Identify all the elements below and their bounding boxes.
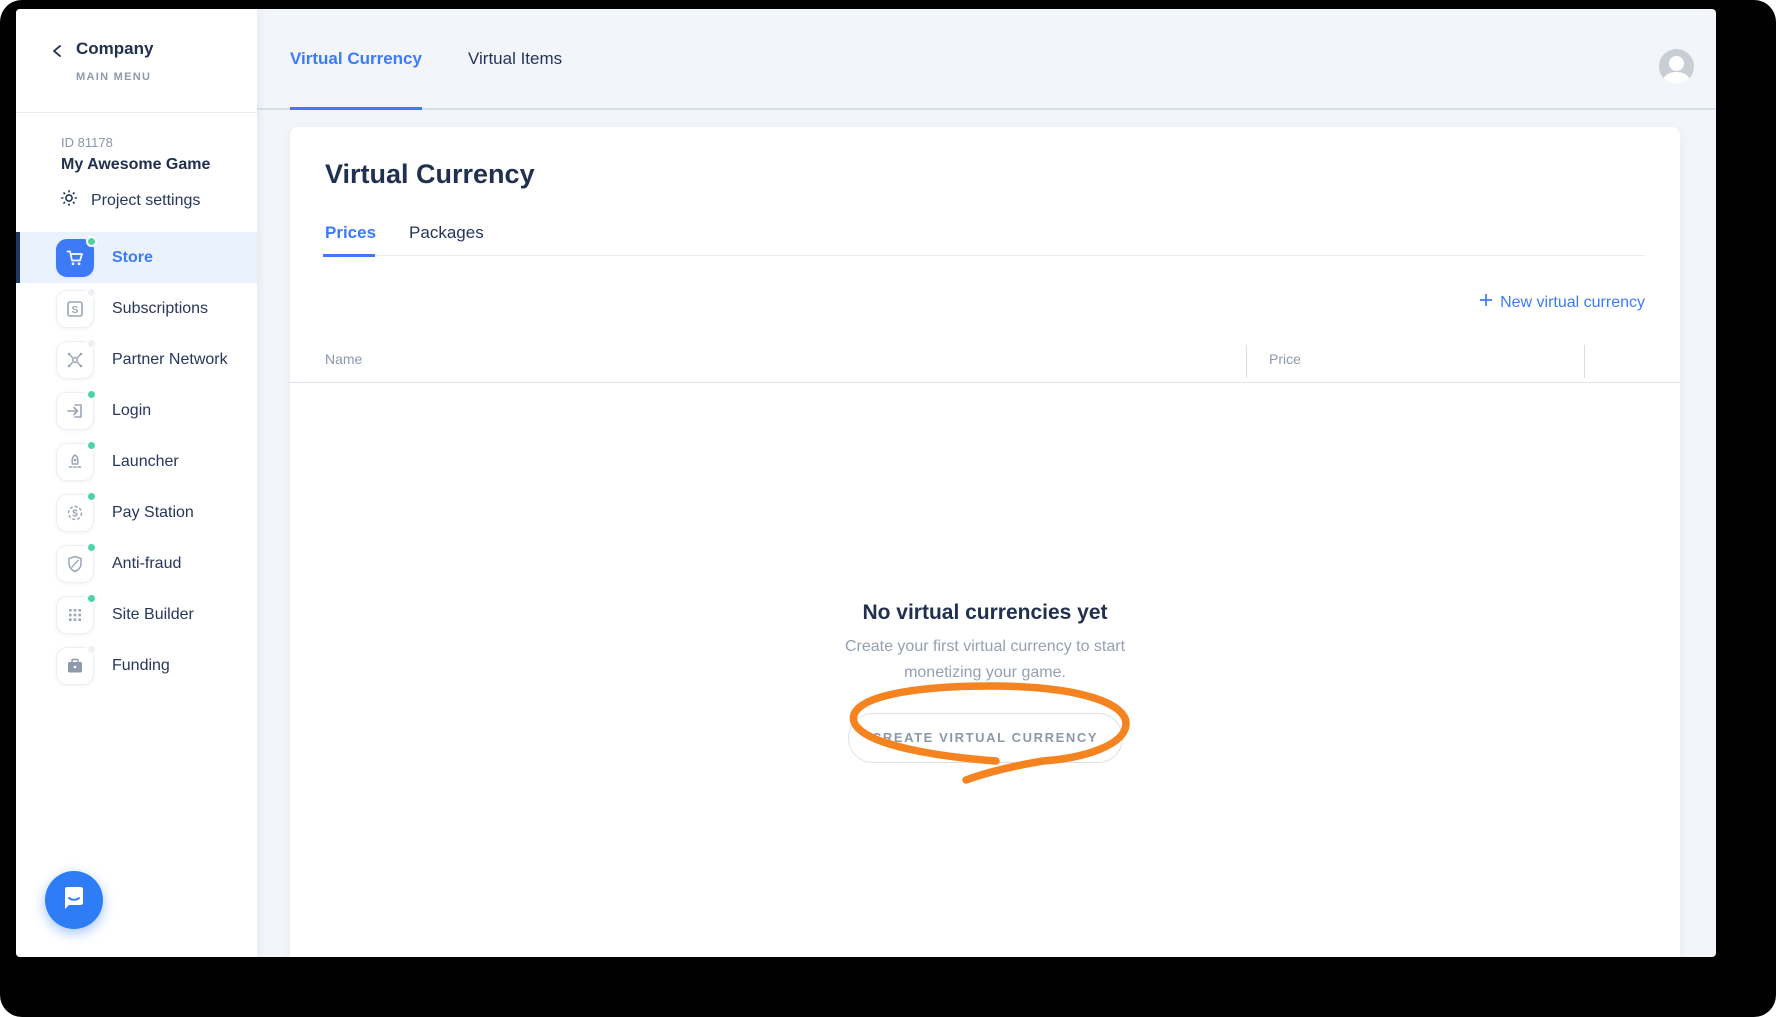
sidebar-item-label: Store [112, 248, 153, 266]
project-id: ID 81178 [61, 135, 113, 150]
page-title: Virtual Currency [325, 159, 535, 189]
project-settings-label: Project settings [91, 191, 201, 209]
sidebar-item-pay-station[interactable]: $ Pay Station [16, 487, 257, 538]
chat-launcher-button[interactable] [45, 871, 103, 929]
sidebar-item-site-builder[interactable]: Site Builder [16, 589, 257, 640]
plus-icon [1479, 293, 1493, 312]
launcher-icon [56, 439, 97, 481]
main-area: Virtual Currency Virtual Items Virtual C… [257, 9, 1716, 957]
sidebar-item-label: Pay Station [112, 503, 194, 521]
tab-virtual-items[interactable]: Virtual Items [468, 9, 562, 108]
create-virtual-currency-button[interactable]: CREATE VIRTUAL CURRENCY [847, 713, 1123, 763]
new-virtual-currency-button[interactable]: New virtual currency [1479, 293, 1645, 312]
tab-label: Virtual Items [467, 48, 563, 68]
sidebar-item-launcher[interactable]: Launcher [16, 436, 257, 487]
chevron-left-icon [52, 44, 62, 57]
status-badge [86, 388, 97, 400]
tab-virtual-currency[interactable]: Virtual Currency [290, 9, 422, 110]
sidebar-item-partner-network[interactable]: Partner Network [16, 334, 257, 385]
card-tabs: Prices Packages [325, 223, 484, 243]
active-tab-indicator [323, 254, 375, 257]
new-virtual-currency-label: New virtual currency [1500, 293, 1645, 311]
sidebar-menu: Store S Subscriptions Partner Network Lo… [16, 232, 257, 691]
screenshot-frame: Company MAIN MENU ID 81178 My Awesome Ga… [0, 0, 1776, 1017]
status-badge [86, 286, 97, 298]
sidebar-item-label: Subscriptions [112, 299, 209, 317]
status-badge [86, 643, 97, 655]
table-header: Name Price [290, 340, 1680, 383]
sidebar: Company MAIN MENU ID 81178 My Awesome Ga… [16, 9, 257, 957]
sidebar-item-label: Launcher [112, 452, 179, 470]
sidebar-item-anti-fraud[interactable]: Anti-fraud [16, 538, 257, 589]
column-divider [1584, 345, 1585, 378]
sidebar-item-label: Partner Network [112, 350, 228, 368]
status-badge [86, 235, 97, 247]
empty-state-title: No virtual currencies yet [862, 601, 1108, 624]
tab-packages[interactable]: Packages [409, 223, 484, 243]
subscriptions-icon: S [56, 286, 97, 328]
sidebar-item-subscriptions[interactable]: S Subscriptions [16, 283, 257, 334]
login-icon [56, 388, 97, 430]
svg-text:S: S [72, 305, 79, 316]
top-tabs: Virtual Currency Virtual Items [290, 9, 562, 110]
main-menu-caption: MAIN MENU [76, 71, 152, 83]
empty-state: No virtual currencies yet Create your fi… [290, 601, 1680, 784]
chat-bubble-icon [60, 884, 88, 917]
project-name: My Awesome Game [61, 156, 211, 173]
project-settings-button[interactable]: Project settings [60, 189, 200, 212]
tab-prices[interactable]: Prices [325, 223, 376, 243]
svg-text:$: $ [72, 508, 78, 519]
tab-underline [323, 254, 1645, 257]
status-badge [86, 439, 97, 451]
status-badge [86, 541, 97, 553]
company-label: Company [76, 39, 154, 58]
column-divider [1246, 345, 1247, 378]
sidebar-item-label: Anti-fraud [112, 554, 182, 572]
column-header-price: Price [1269, 351, 1301, 367]
gear-icon [60, 189, 78, 212]
column-header-name: Name [325, 351, 363, 367]
sidebar-divider [16, 112, 257, 113]
sidebar-item-login[interactable]: Login [16, 385, 257, 436]
status-badge [86, 490, 97, 502]
top-header: Virtual Currency Virtual Items [257, 9, 1716, 110]
sidebar-item-store[interactable]: Store [16, 232, 257, 283]
cart-icon [56, 235, 97, 277]
user-avatar-icon[interactable] [1659, 49, 1694, 84]
back-to-company-button[interactable]: Company [52, 39, 153, 59]
site-builder-icon [56, 592, 97, 634]
app-window: Company MAIN MENU ID 81178 My Awesome Ga… [16, 9, 1716, 957]
virtual-currency-card: Virtual Currency Prices Packages New vir… [290, 127, 1680, 957]
sidebar-item-label: Login [112, 401, 152, 419]
funding-icon [56, 643, 97, 685]
sidebar-item-funding[interactable]: Funding [16, 640, 257, 691]
anti-fraud-icon [56, 541, 97, 583]
pay-station-icon: $ [56, 490, 97, 532]
empty-state-subtitle: Create your first virtual currency to st… [844, 638, 1126, 681]
status-badge [86, 592, 97, 604]
sidebar-item-label: Site Builder [112, 605, 194, 623]
status-badge [86, 337, 97, 349]
partner-network-icon [56, 337, 97, 379]
tab-label: Virtual Currency [290, 48, 422, 68]
sidebar-item-label: Funding [112, 656, 170, 674]
